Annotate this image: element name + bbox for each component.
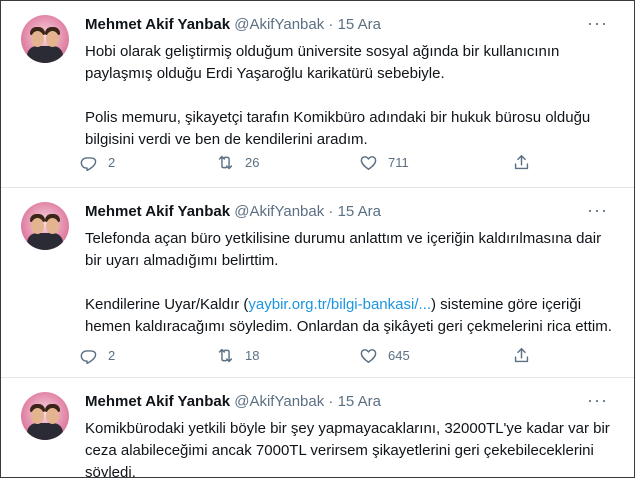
- tweet-text: Komikbürodaki yetkili böyle bir şey yapm…: [85, 418, 620, 478]
- heart-icon: [360, 349, 377, 363]
- more-dots-icon[interactable]: ···: [587, 13, 608, 34]
- tweet-actions: 2 26 711: [79, 153, 549, 175]
- tweet-1[interactable]: Mehmet Akif Yanbak @AkifYanbak · 15 Ara …: [1, 1, 634, 188]
- tweet-header: Mehmet Akif Yanbak @AkifYanbak · 15 Ara: [85, 203, 381, 220]
- header-separator: ·: [328, 203, 334, 220]
- avatar-figure: [46, 408, 59, 424]
- tweet-date[interactable]: 15 Ara: [338, 16, 381, 33]
- author-handle[interactable]: @AkifYanbak: [234, 393, 324, 410]
- share-icon: [514, 348, 529, 363]
- tweet-header: Mehmet Akif Yanbak @AkifYanbak · 15 Ara: [85, 16, 381, 33]
- author-handle[interactable]: @AkifYanbak: [234, 16, 324, 33]
- avatar[interactable]: [21, 15, 69, 63]
- header-separator: ·: [328, 393, 334, 410]
- tweet-2[interactable]: Mehmet Akif Yanbak @AkifYanbak · 15 Ara …: [1, 188, 634, 378]
- avatar-figure: [27, 423, 63, 440]
- retweet-button[interactable]: 18: [216, 346, 259, 365]
- author-name[interactable]: Mehmet Akif Yanbak: [85, 203, 230, 220]
- retweet-count: 26: [245, 155, 260, 170]
- retweet-icon: [218, 155, 233, 170]
- share-button[interactable]: [512, 153, 531, 172]
- author-name[interactable]: Mehmet Akif Yanbak: [85, 393, 230, 410]
- avatar-figure: [27, 233, 63, 250]
- paragraph-text: Kendilerine Uyar/Kaldır (: [85, 296, 249, 313]
- more-dots-icon[interactable]: ···: [587, 200, 608, 221]
- tweet-actions: 2 18 645: [79, 346, 549, 368]
- like-count: 645: [388, 348, 410, 363]
- like-button[interactable]: 711: [359, 153, 409, 172]
- tweet-paragraph: Telefonda açan büro yetkilisine durumu a…: [85, 230, 602, 269]
- avatar-figure: [31, 218, 44, 234]
- header-separator: ·: [328, 16, 334, 33]
- reply-count: 2: [108, 155, 116, 170]
- reply-icon: [80, 157, 97, 172]
- like-button[interactable]: 645: [359, 346, 410, 365]
- tweet-date[interactable]: 15 Ara: [338, 203, 381, 220]
- avatar-figure: [27, 46, 63, 63]
- more-dots-icon[interactable]: ···: [587, 390, 608, 411]
- tweet-header: Mehmet Akif Yanbak @AkifYanbak · 15 Ara: [85, 393, 381, 410]
- avatar-figure: [31, 408, 44, 424]
- reply-button[interactable]: 2: [79, 346, 115, 365]
- author-name[interactable]: Mehmet Akif Yanbak: [85, 16, 230, 33]
- share-button[interactable]: [512, 346, 531, 365]
- avatar-figure: [46, 31, 59, 47]
- reply-button[interactable]: 2: [79, 153, 115, 172]
- retweet-icon: [218, 348, 233, 363]
- avatar-figure: [46, 218, 59, 234]
- like-count: 711: [388, 155, 409, 170]
- tweet-date[interactable]: 15 Ara: [338, 393, 381, 410]
- tweet-paragraph: Hobi olarak geliştirmiş olduğum üniversi…: [85, 43, 560, 82]
- author-handle[interactable]: @AkifYanbak: [234, 203, 324, 220]
- avatar-figure: [31, 31, 44, 47]
- avatar[interactable]: [21, 202, 69, 250]
- avatar[interactable]: [21, 392, 69, 440]
- heart-icon: [360, 156, 377, 170]
- tweet-paragraph: Polis memuru, şikayetçi tarafın Komikbür…: [85, 109, 591, 148]
- tweet-paragraph: Komikbürodaki yetkili böyle bir şey yapm…: [85, 420, 610, 478]
- tweet-text: Hobi olarak geliştirmiş olduğum üniversi…: [85, 41, 620, 151]
- tweet-paragraph: Kendilerine Uyar/Kaldır (yaybir.org.tr/b…: [85, 294, 620, 338]
- tweet-3[interactable]: Mehmet Akif Yanbak @AkifYanbak · 15 Ara …: [1, 378, 634, 478]
- share-icon: [514, 155, 529, 170]
- reply-count: 2: [108, 348, 116, 363]
- retweet-count: 18: [245, 348, 260, 363]
- reply-icon: [80, 350, 97, 365]
- tweet-text: Telefonda açan büro yetkilisine durumu a…: [85, 228, 620, 338]
- inline-link[interactable]: yaybir.org.tr/bilgi-bankasi/...: [248, 296, 431, 313]
- tweet-thread: Mehmet Akif Yanbak @AkifYanbak · 15 Ara …: [0, 0, 635, 478]
- retweet-button[interactable]: 26: [216, 153, 259, 172]
